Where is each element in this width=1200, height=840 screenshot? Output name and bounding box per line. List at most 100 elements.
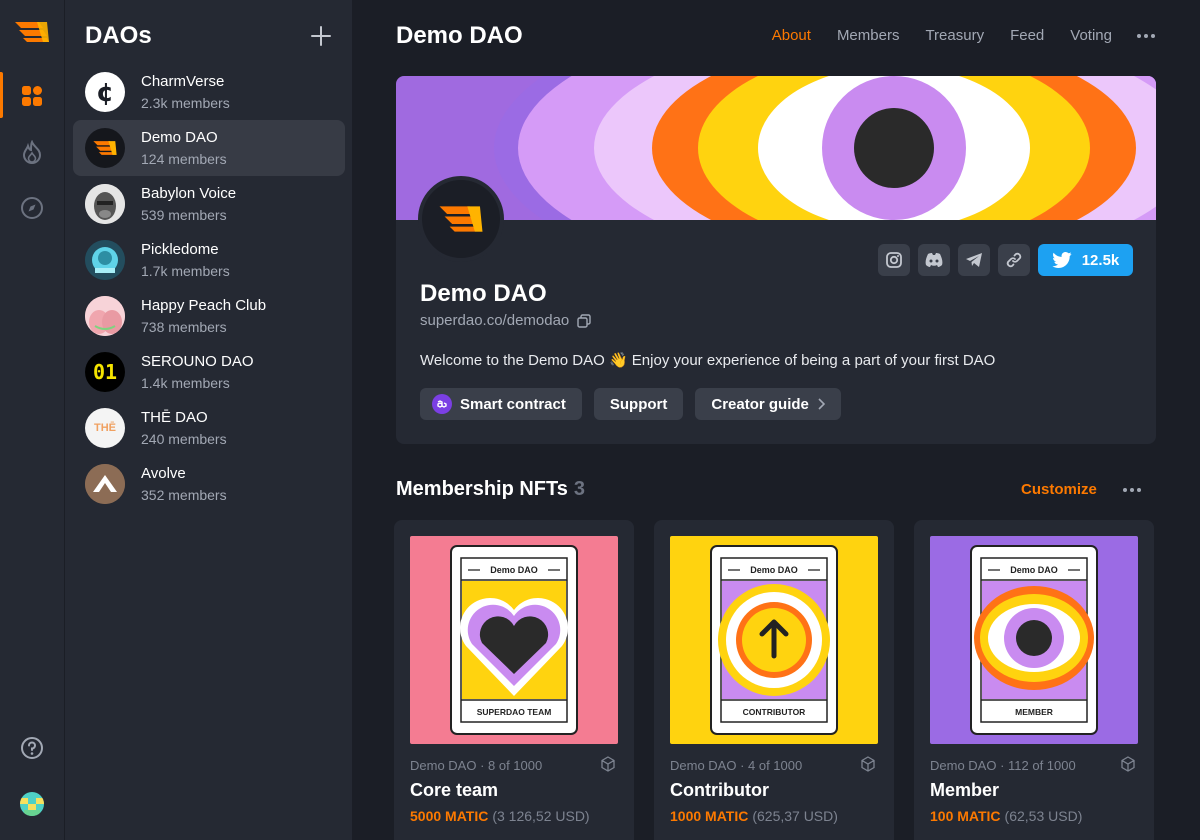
support-button[interactable]: Support (593, 388, 684, 420)
nft-price-usd: (625,37 USD) (752, 808, 838, 824)
fire-icon[interactable] (20, 140, 44, 164)
dao-name: Babylon Voice (141, 185, 237, 202)
membership-nfts-heading: Membership NFTs 3 (396, 478, 585, 501)
dao-name: SEROUNO DAO (141, 353, 254, 370)
dao-members: 352 members (141, 487, 227, 503)
telegram-icon[interactable] (958, 244, 990, 276)
nft-card-header: Demo DAO (1010, 565, 1058, 575)
rail-active-indicator (0, 72, 3, 118)
dao-profile-card: 12.5k Demo DAO superdao.co/demodao Welco… (396, 76, 1156, 444)
nft-art-eye: Demo DAO MEMBER (930, 536, 1138, 744)
tab-members[interactable]: Members (837, 26, 900, 46)
help-icon[interactable] (20, 736, 44, 760)
dao-avatar (85, 184, 125, 224)
dao-item-pickledome[interactable]: Pickledome 1.7k members (73, 232, 345, 288)
superdao-logo-icon[interactable] (13, 18, 51, 46)
dao-url: superdao.co/demodao (420, 312, 591, 329)
dao-members: 1.7k members (141, 263, 230, 279)
dao-members: 539 members (141, 207, 227, 223)
nft-price: 100 MATIC (62,53 USD) (930, 808, 1082, 824)
dao-url-text[interactable]: superdao.co/demodao (420, 312, 569, 329)
nft-name: Contributor (670, 780, 769, 800)
nft-price: 1000 MATIC (625,37 USD) (670, 808, 838, 824)
dao-name: Pickledome (141, 241, 219, 258)
tab-treasury[interactable]: Treasury (925, 26, 984, 46)
dao-list-panel: DAOs ¢ CharmVerse 2.3k members Demo DAO … (64, 0, 352, 840)
add-dao-icon[interactable] (309, 24, 333, 48)
cube-icon (861, 756, 875, 772)
dao-avatar: THĒ (85, 408, 125, 448)
dao-avatar (85, 128, 125, 168)
nft-card-contributor[interactable]: Demo DAO CONTRIBUTOR Demo DAO · 4 of 100… (654, 520, 894, 840)
dao-item-charmverse[interactable]: ¢ CharmVerse 2.3k members (73, 64, 345, 120)
dao-name: THĒ DAO (141, 409, 208, 426)
nfts-more-dots-icon[interactable] (1122, 480, 1142, 500)
cube-icon (1121, 756, 1135, 772)
nft-card-core-team[interactable]: Demo DAO SUPERDAO TEAM Demo DAO · 8 of 1… (394, 520, 634, 840)
more-dots-icon[interactable] (1136, 26, 1156, 46)
creator-guide-button[interactable]: Creator guide (695, 388, 841, 420)
dao-members: 738 members (141, 319, 227, 335)
tab-feed[interactable]: Feed (1010, 26, 1044, 46)
nft-art-arrow: Demo DAO CONTRIBUTOR (670, 536, 878, 744)
tab-about[interactable]: About (772, 26, 811, 46)
support-label: Support (609, 395, 668, 413)
dao-name: CharmVerse (141, 73, 225, 90)
grid-icon[interactable] (20, 84, 44, 108)
creator-guide-label: Creator guide (711, 395, 809, 413)
nft-card-member[interactable]: Demo DAO MEMBER Demo DAO · 112 of 1000 M… (914, 520, 1154, 840)
nft-price-matic: 1000 MATIC (670, 808, 749, 824)
dao-members: 124 members (141, 151, 227, 167)
nft-card-footer: MEMBER (1015, 707, 1053, 717)
svg-text:¢: ¢ (96, 78, 114, 108)
nft-price-matic: 100 MATIC (930, 808, 1001, 824)
dao-item-demo-dao[interactable]: Demo DAO 124 members (73, 120, 345, 176)
compass-icon[interactable] (20, 196, 44, 220)
instagram-icon[interactable] (878, 244, 910, 276)
dao-item-happy-peach-club[interactable]: Happy Peach Club 738 members (73, 288, 345, 344)
dao-name: Happy Peach Club (141, 297, 267, 314)
dao-name-heading: Demo DAO (420, 280, 547, 307)
nft-card-header: Demo DAO (750, 565, 798, 575)
dao-item-serouno-dao[interactable]: 01 SEROUNO DAO 1.4k members (73, 344, 345, 400)
nft-name: Member (930, 780, 1000, 800)
dao-avatar (85, 296, 125, 336)
dao-avatar (85, 240, 125, 280)
twitter-count: 12.5k (1081, 251, 1120, 269)
link-icon[interactable] (998, 244, 1030, 276)
nft-price-matic: 5000 MATIC (410, 808, 489, 824)
user-avatar-icon[interactable] (20, 792, 44, 816)
cube-icon (601, 756, 615, 772)
dao-avatar: ¢ (85, 72, 125, 112)
tab-voting[interactable]: Voting (1070, 26, 1112, 46)
nft-meta: Demo DAO · 4 of 1000 (670, 758, 803, 773)
dao-banner-image (396, 76, 1156, 220)
smart-contract-label: Smart contract (460, 395, 566, 413)
nft-meta: Demo DAO · 8 of 1000 (410, 758, 543, 773)
dao-logo (418, 176, 504, 262)
copy-icon[interactable] (577, 313, 591, 328)
nft-art-heart: Demo DAO SUPERDAO TEAM (410, 536, 618, 744)
dao-avatar-text: 01 (92, 360, 118, 384)
dao-item-babylon-voice[interactable]: Babylon Voice 539 members (73, 176, 345, 232)
app-rail (0, 0, 64, 840)
nft-card-footer: CONTRIBUTOR (743, 707, 806, 717)
nft-price-usd: (62,53 USD) (1004, 808, 1083, 824)
dao-members: 240 members (141, 431, 227, 447)
dao-avatar-text: THĒ (94, 422, 116, 434)
customize-button[interactable]: Customize (1021, 481, 1097, 498)
dao-item-avolve[interactable]: Avolve 352 members (73, 456, 345, 512)
profile-actions: Smart contract Support Creator guide (420, 388, 853, 420)
dao-name: Demo DAO (141, 129, 218, 146)
nft-meta: Demo DAO · 112 of 1000 (930, 758, 1076, 773)
twitter-button[interactable]: 12.5k (1038, 244, 1133, 276)
social-links: 12.5k (878, 244, 1133, 276)
dao-item-the-dao[interactable]: THĒ THĒ DAO 240 members (73, 400, 345, 456)
nft-price-usd: (3 126,52 USD) (492, 808, 590, 824)
dao-members: 2.3k members (141, 95, 230, 111)
dao-list-title: DAOs (85, 22, 152, 49)
dao-name: Avolve (141, 465, 186, 482)
smart-contract-button[interactable]: Smart contract (420, 388, 582, 420)
discord-icon[interactable] (918, 244, 950, 276)
chevron-right-icon (818, 398, 825, 410)
